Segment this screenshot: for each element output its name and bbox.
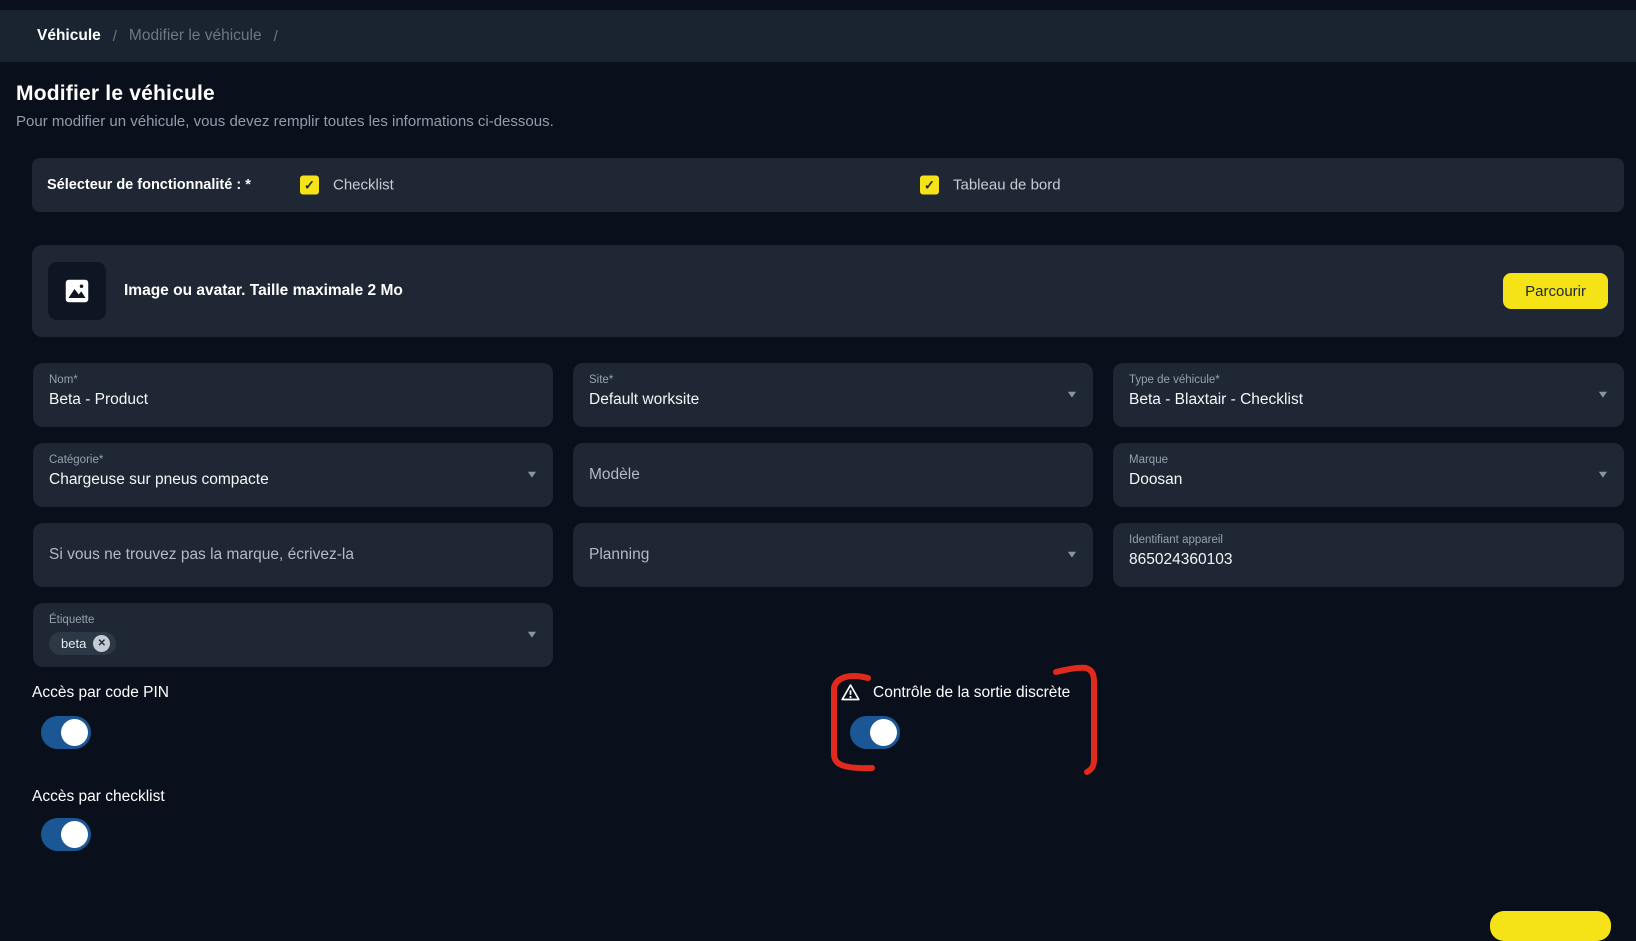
field-value: Beta - Product (49, 391, 537, 409)
modele-input[interactable] (589, 443, 1077, 507)
field-marque-select[interactable]: Marque Doosan ▼ (1113, 443, 1624, 507)
breadcrumb: Véhicule / Modifier le véhicule / (0, 10, 1636, 62)
page-subtitle: Pour modifier un véhicule, vous devez re… (16, 113, 554, 130)
field-modele[interactable] (573, 443, 1093, 507)
field-value: Default worksite (589, 391, 1053, 409)
feature-selector-bar: Sélecteur de fonctionnalité : * ✓ Checkl… (32, 158, 1624, 212)
toggle-knob (61, 719, 88, 746)
field-label: Catégorie* (49, 453, 513, 467)
chevron-down-icon: ▼ (525, 470, 539, 481)
toggle-label-checklist: Accès par checklist (32, 788, 165, 806)
field-marque-libre[interactable] (33, 523, 553, 587)
partial-bottom-button[interactable] (1490, 911, 1611, 941)
toggle-sortie-discrete[interactable] (850, 716, 900, 749)
toggle-code-pin[interactable] (41, 716, 91, 749)
chevron-down-icon: ▼ (1596, 470, 1610, 481)
field-planning-select[interactable]: Planning ▼ (573, 523, 1093, 587)
checkbox-checked-icon[interactable]: ✓ (920, 176, 939, 195)
toggle-knob (61, 821, 88, 848)
field-label: Type de véhicule* (1129, 373, 1584, 387)
upload-hint-text: Image ou avatar. Taille maximale 2 Mo (124, 282, 403, 300)
chevron-down-icon: ▼ (1065, 550, 1079, 561)
breadcrumb-item-modifier[interactable]: Modifier le véhicule (129, 27, 262, 45)
page-title: Modifier le véhicule (16, 82, 554, 106)
page-heading: Modifier le véhicule Pour modifier un vé… (16, 82, 554, 130)
field-label: Site* (589, 373, 1053, 387)
field-value: Beta - Blaxtair - Checklist (1129, 391, 1584, 409)
field-placeholder: Planning (589, 546, 649, 564)
feature-option-tableau-de-bord[interactable]: ✓ Tableau de bord (920, 176, 1061, 195)
image-upload-row: Image ou avatar. Taille maximale 2 Mo Pa… (32, 245, 1624, 337)
feature-selector-label: Sélecteur de fonctionnalité : * (47, 177, 251, 193)
red-annotation-brackets (818, 640, 1108, 790)
chip-label: beta (61, 636, 86, 651)
field-label: Identifiant appareil (1129, 533, 1608, 547)
toggle-knob (870, 719, 897, 746)
breadcrumb-separator: / (113, 28, 117, 45)
field-categorie-select[interactable]: Catégorie* Chargeuse sur pneus compacte … (33, 443, 553, 507)
field-value: 865024360103 (1129, 551, 1608, 569)
feature-option-checklist[interactable]: ✓ Checklist (300, 176, 394, 195)
toggle-checklist[interactable] (41, 818, 91, 851)
marque-libre-input[interactable] (49, 523, 537, 587)
chevron-down-icon: ▼ (525, 630, 539, 641)
field-value: Doosan (1129, 471, 1584, 489)
chevron-down-icon: ▼ (1065, 390, 1079, 401)
checkbox-label: Tableau de bord (953, 177, 1061, 194)
checkbox-checked-icon[interactable]: ✓ (300, 176, 319, 195)
remove-chip-icon[interactable]: ✕ (93, 635, 110, 652)
breadcrumb-item-vehicule[interactable]: Véhicule (37, 27, 101, 45)
field-value: Chargeuse sur pneus compacte (49, 471, 513, 489)
checkbox-label: Checklist (333, 177, 394, 194)
image-icon (62, 276, 92, 306)
breadcrumb-separator: / (274, 28, 278, 45)
toggle-label-sortie-discrete: Contrôle de la sortie discrète (873, 684, 1070, 702)
field-etiquette-select[interactable]: Étiquette beta ✕ ▼ (33, 603, 553, 667)
field-type-vehicule-select[interactable]: Type de véhicule* Beta - Blaxtair - Chec… (1113, 363, 1624, 427)
warning-icon (840, 682, 861, 703)
toggle-label-code-pin: Accès par code PIN (32, 684, 169, 702)
field-identifiant-appareil[interactable]: Identifiant appareil 865024360103 (1113, 523, 1624, 587)
field-label: Étiquette (49, 613, 513, 627)
discrete-output-header: Contrôle de la sortie discrète (840, 682, 1070, 703)
browse-button[interactable]: Parcourir (1503, 273, 1608, 309)
image-placeholder-thumbnail (48, 262, 106, 320)
tag-chip-beta: beta ✕ (49, 632, 116, 655)
field-site-select[interactable]: Site* Default worksite ▼ (573, 363, 1093, 427)
chevron-down-icon: ▼ (1596, 390, 1610, 401)
field-label: Nom* (49, 373, 537, 387)
field-label: Marque (1129, 453, 1584, 467)
field-nom[interactable]: Nom* Beta - Product (33, 363, 553, 427)
